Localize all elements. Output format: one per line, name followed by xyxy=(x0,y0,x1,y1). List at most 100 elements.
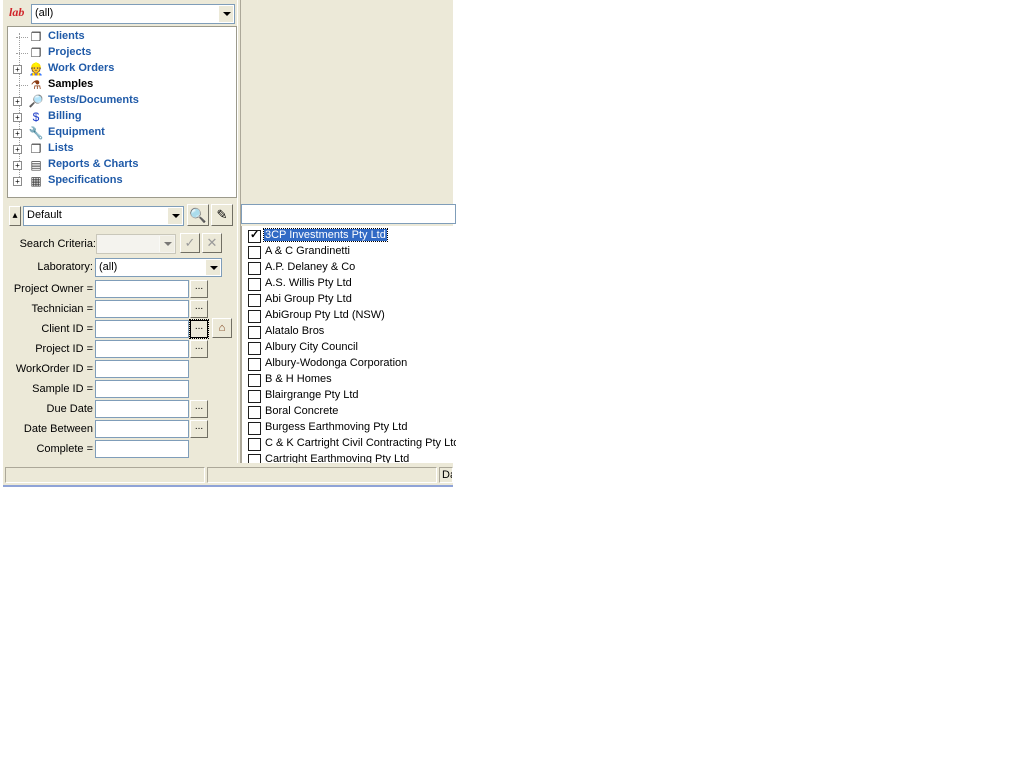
status-panel-1 xyxy=(5,467,205,483)
expand-icon[interactable]: + xyxy=(13,65,22,74)
lab-selector[interactable]: lab (all) xyxy=(9,4,235,24)
tree-item-label: Projects xyxy=(48,46,92,58)
clear-criteria-button[interactable]: ✕ xyxy=(202,233,222,253)
client-name: A.S. Willis Pty Ltd xyxy=(265,277,352,289)
chevron-down-icon[interactable] xyxy=(159,236,174,252)
tree-item-projects[interactable]: ❐ Projects xyxy=(8,45,236,61)
tree-item-tests-documents[interactable]: + 🔎 Tests/Documents xyxy=(8,93,236,109)
tree-item-clients[interactable]: ❐ Clients xyxy=(8,29,236,45)
field-input-project-owner[interactable] xyxy=(95,280,189,298)
close-icon: ✕ xyxy=(206,235,218,250)
samples-icon: ⚗ xyxy=(30,78,42,92)
checkbox[interactable] xyxy=(248,454,261,463)
tree-item-label: Equipment xyxy=(48,126,105,138)
chevron-down-icon[interactable] xyxy=(218,6,233,22)
field-label: Due Date xyxy=(46,403,93,415)
client-lookup-button[interactable]: ⌂ xyxy=(212,318,232,338)
field-browse-button[interactable]: ... xyxy=(190,400,208,418)
tree-item-label: Samples xyxy=(48,78,94,90)
field-label: Technician = xyxy=(31,303,93,315)
field-input-due-date[interactable] xyxy=(95,400,189,418)
tree-item-label: Specifications xyxy=(48,174,123,186)
checkbox[interactable] xyxy=(248,358,261,371)
laboratory-combo-value: (all) xyxy=(99,261,118,273)
client-name: B & H Homes xyxy=(265,373,332,385)
expand-icon[interactable]: + xyxy=(13,145,22,154)
field-input-complete[interactable] xyxy=(95,440,189,458)
field-input-workorder-id[interactable] xyxy=(95,360,189,378)
client-name: A.P. Delaney & Co xyxy=(265,261,356,273)
tree-item-reports-charts[interactable]: + ▤ Reports & Charts xyxy=(8,157,236,173)
field-input-client-id[interactable] xyxy=(95,320,189,338)
checkbox[interactable] xyxy=(248,374,261,387)
checkbox[interactable] xyxy=(248,438,261,451)
chevron-down-icon[interactable] xyxy=(167,208,182,224)
laboratory-label: Laboratory: xyxy=(37,261,93,273)
tree-item-label: Tests/Documents xyxy=(48,94,139,106)
status-bar: Da xyxy=(3,465,453,485)
field-input-sample-id[interactable] xyxy=(95,380,189,398)
magnifier-document-icon: 🔎 xyxy=(28,94,44,108)
expand-icon[interactable]: + xyxy=(13,113,22,122)
search-criteria-label: Search Criteria: xyxy=(19,238,96,250)
tree-item-samples[interactable]: ⚗ Samples xyxy=(8,77,236,93)
field-input-technician[interactable] xyxy=(95,300,189,318)
view-combo[interactable]: Default xyxy=(23,206,184,226)
checkbox[interactable] xyxy=(248,390,261,403)
field-input-date-between[interactable] xyxy=(95,420,189,438)
checkbox[interactable] xyxy=(248,278,261,291)
checkbox[interactable] xyxy=(248,246,261,259)
search-criteria-combo[interactable] xyxy=(96,234,176,254)
checkbox[interactable] xyxy=(248,342,261,355)
field-browse-button[interactable]: ... xyxy=(190,340,208,358)
checkbox[interactable] xyxy=(248,326,261,339)
client-name: Albury-Wodonga Corporation xyxy=(265,357,408,369)
client-name: A & C Grandinetti xyxy=(265,245,350,257)
wrench-icon: 🔧 xyxy=(28,126,44,140)
client-name: 3CP Investments Pty Ltd xyxy=(263,228,388,242)
expand-icon[interactable]: + xyxy=(13,129,22,138)
laboratory-combo[interactable]: (all) xyxy=(95,258,222,277)
checkbox[interactable] xyxy=(248,310,261,323)
apply-criteria-button[interactable]: ✓ xyxy=(180,233,200,253)
checkbox[interactable] xyxy=(248,294,261,307)
field-input-project-id[interactable] xyxy=(95,340,189,358)
expand-icon[interactable]: + xyxy=(13,177,22,186)
tree-item-work-orders[interactable]: + 👷 Work Orders xyxy=(8,61,236,77)
field-browse-button[interactable]: ... xyxy=(190,300,208,318)
tree-item-label: Reports & Charts xyxy=(48,158,139,170)
field-browse-button[interactable]: ... xyxy=(190,280,208,298)
navigation-tree[interactable]: ❐ Clients ❐ Projects + 👷 Work Orders ⚗ Samples + 🔎… xyxy=(7,26,237,198)
checkbox[interactable] xyxy=(248,422,261,435)
checkbox[interactable] xyxy=(248,262,261,275)
lab-logo: lab xyxy=(9,5,25,19)
tree-connector xyxy=(16,53,28,54)
worker-icon: 👷 xyxy=(28,62,44,76)
field-browse-button[interactable]: ... xyxy=(189,319,209,339)
tree-item-specifications[interactable]: + ▦ Specifications xyxy=(8,173,236,189)
field-label: WorkOrder ID = xyxy=(15,363,93,375)
client-filter-input[interactable] xyxy=(241,204,456,224)
edit-criteria-button[interactable]: ✎ xyxy=(211,204,233,226)
lab-combo-value: (all) xyxy=(35,7,54,19)
field-label: Project Owner = xyxy=(13,283,93,295)
lab-combo[interactable]: (all) xyxy=(31,4,235,24)
checkbox[interactable] xyxy=(248,406,261,419)
expand-icon[interactable]: + xyxy=(13,97,22,106)
client-name: Cartright Earthmoving Pty Ltd xyxy=(265,453,410,463)
tree-item-lists[interactable]: + ❐ Lists xyxy=(8,141,236,157)
checkbox[interactable] xyxy=(248,228,261,243)
client-checklist[interactable]: 3CP Investments Pty Ltd A & C Grandinetti… xyxy=(241,226,456,463)
search-button[interactable]: 🔍 xyxy=(187,204,209,226)
chevron-down-icon[interactable] xyxy=(205,260,220,275)
field-browse-button[interactable]: ... xyxy=(190,420,208,438)
field-label: Sample ID = xyxy=(32,383,93,395)
collapse-up-button[interactable]: ▴ xyxy=(9,206,21,226)
expand-icon[interactable]: + xyxy=(13,161,22,170)
client-name: Blairgrange Pty Ltd xyxy=(265,389,359,401)
client-name: Abi Group Pty Ltd xyxy=(265,293,352,305)
dollar-icon: $ xyxy=(32,110,40,124)
tree-item-billing[interactable]: + $ Billing xyxy=(8,109,236,125)
status-panel-3: Da xyxy=(439,467,453,483)
tree-item-equipment[interactable]: + 🔧 Equipment xyxy=(8,125,236,141)
